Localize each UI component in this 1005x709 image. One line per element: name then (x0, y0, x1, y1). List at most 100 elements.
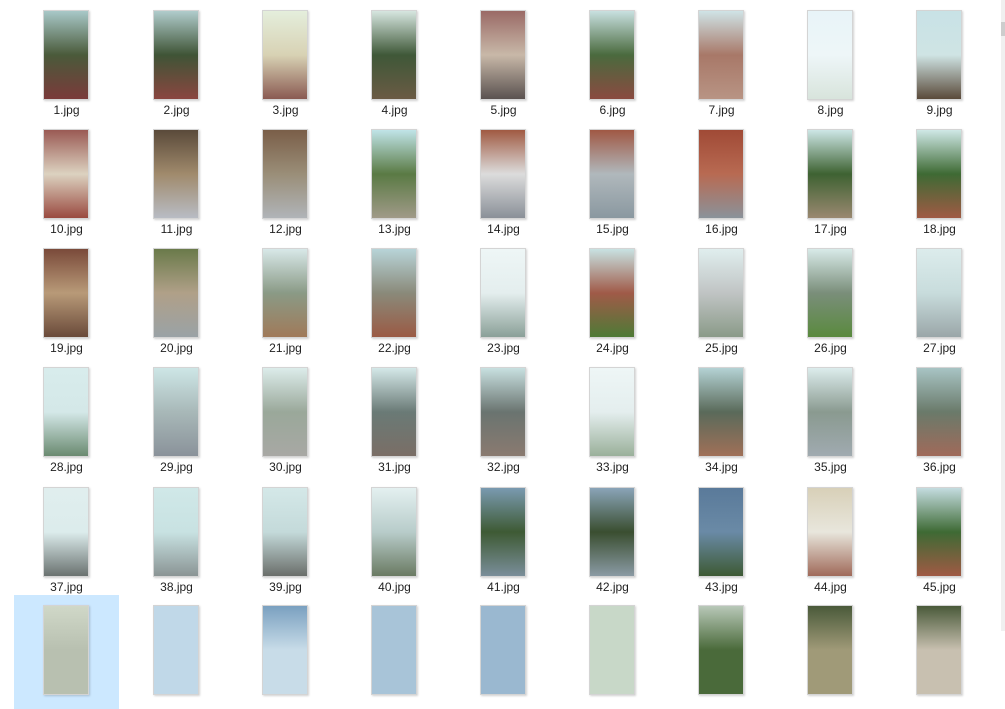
file-item[interactable] (14, 595, 119, 709)
thumbnail-image (916, 10, 962, 100)
file-item[interactable]: 10.jpg (14, 119, 119, 236)
file-item[interactable]: 5.jpg (451, 0, 556, 117)
thumbnail-image (262, 248, 308, 338)
file-item[interactable]: 4.jpg (342, 0, 447, 117)
file-name-label: 42.jpg (596, 580, 629, 594)
file-name-label: 41.jpg (487, 580, 520, 594)
file-item[interactable] (451, 595, 556, 709)
file-name-label: 38.jpg (160, 580, 193, 594)
thumbnail-image (916, 248, 962, 338)
thumbnail-image (43, 10, 89, 100)
file-item[interactable] (560, 595, 665, 709)
file-name-label: 36.jpg (923, 460, 956, 474)
thumbnail-image (807, 129, 853, 219)
file-name-label: 31.jpg (378, 460, 411, 474)
file-item[interactable]: 17.jpg (778, 119, 883, 236)
file-item[interactable]: 28.jpg (14, 357, 119, 474)
file-item[interactable]: 13.jpg (342, 119, 447, 236)
file-item[interactable]: 25.jpg (669, 238, 774, 355)
file-item[interactable]: 41.jpg (451, 477, 556, 594)
file-item[interactable]: 36.jpg (887, 357, 992, 474)
file-item[interactable]: 40.jpg (342, 477, 447, 594)
file-item[interactable]: 24.jpg (560, 238, 665, 355)
file-item[interactable]: 7.jpg (669, 0, 774, 117)
file-item[interactable]: 9.jpg (887, 0, 992, 117)
file-name-label: 12.jpg (269, 222, 302, 236)
file-item[interactable]: 19.jpg (14, 238, 119, 355)
thumbnail-image (43, 367, 89, 457)
file-name-label: 20.jpg (160, 341, 193, 355)
file-item[interactable]: 33.jpg (560, 357, 665, 474)
file-item[interactable]: 44.jpg (778, 477, 883, 594)
file-item[interactable]: 11.jpg (124, 119, 229, 236)
file-item[interactable]: 20.jpg (124, 238, 229, 355)
file-item[interactable] (778, 595, 883, 709)
file-item[interactable]: 27.jpg (887, 238, 992, 355)
file-item[interactable]: 2.jpg (124, 0, 229, 117)
file-item[interactable]: 43.jpg (669, 477, 774, 594)
file-item[interactable]: 18.jpg (887, 119, 992, 236)
thumbnail-image (262, 10, 308, 100)
file-item[interactable]: 14.jpg (451, 119, 556, 236)
file-name-label: 13.jpg (378, 222, 411, 236)
file-name-label: 6.jpg (599, 103, 626, 117)
thumbnail-image (807, 248, 853, 338)
file-name-label: 17.jpg (814, 222, 847, 236)
thumbnail-image (807, 605, 853, 695)
vertical-scrollbar[interactable] (1001, 0, 1005, 631)
file-item[interactable] (342, 595, 447, 709)
thumbnail-image (371, 10, 417, 100)
file-name-label: 8.jpg (817, 103, 844, 117)
file-item[interactable]: 34.jpg (669, 357, 774, 474)
file-item[interactable]: 31.jpg (342, 357, 447, 474)
file-item[interactable]: 32.jpg (451, 357, 556, 474)
file-item[interactable] (233, 595, 338, 709)
file-item[interactable]: 30.jpg (233, 357, 338, 474)
thumbnail-image (807, 487, 853, 577)
file-item[interactable]: 16.jpg (669, 119, 774, 236)
thumbnail-image (480, 367, 526, 457)
file-name-label: 11.jpg (160, 222, 193, 236)
file-item[interactable]: 42.jpg (560, 477, 665, 594)
file-name-label: 16.jpg (705, 222, 738, 236)
file-name-label: 34.jpg (705, 460, 738, 474)
file-item[interactable]: 8.jpg (778, 0, 883, 117)
file-name-label: 18.jpg (923, 222, 956, 236)
thumbnail-image (698, 10, 744, 100)
file-item[interactable]: 12.jpg (233, 119, 338, 236)
file-name-label: 22.jpg (378, 341, 411, 355)
file-item[interactable]: 45.jpg (887, 477, 992, 594)
file-name-label: 2.jpg (163, 103, 190, 117)
file-name-label: 30.jpg (269, 460, 302, 474)
file-name-label: 21.jpg (269, 341, 302, 355)
thumbnail-image (480, 605, 526, 695)
file-item[interactable]: 15.jpg (560, 119, 665, 236)
file-item[interactable]: 21.jpg (233, 238, 338, 355)
file-name-label: 14.jpg (487, 222, 520, 236)
file-item[interactable]: 26.jpg (778, 238, 883, 355)
file-item[interactable]: 35.jpg (778, 357, 883, 474)
file-item[interactable] (669, 595, 774, 709)
file-name-label: 29.jpg (160, 460, 193, 474)
file-item[interactable]: 29.jpg (124, 357, 229, 474)
thumbnail-image (698, 605, 744, 695)
file-item[interactable]: 1.jpg (14, 0, 119, 117)
thumbnail-image (262, 129, 308, 219)
thumbnail-image (698, 367, 744, 457)
file-item[interactable]: 3.jpg (233, 0, 338, 117)
file-name-label: 7.jpg (708, 103, 735, 117)
file-item[interactable] (887, 595, 992, 709)
file-item[interactable]: 39.jpg (233, 477, 338, 594)
file-item[interactable]: 37.jpg (14, 477, 119, 594)
thumbnail-image (589, 367, 635, 457)
file-item[interactable]: 6.jpg (560, 0, 665, 117)
scrollbar-thumb[interactable] (1001, 22, 1005, 36)
file-item[interactable]: 23.jpg (451, 238, 556, 355)
file-item[interactable]: 38.jpg (124, 477, 229, 594)
file-item[interactable] (124, 595, 229, 709)
thumbnail-image (698, 487, 744, 577)
thumbnail-image (480, 10, 526, 100)
file-item[interactable]: 22.jpg (342, 238, 447, 355)
thumbnail-image (153, 10, 199, 100)
thumbnail-image (807, 10, 853, 100)
